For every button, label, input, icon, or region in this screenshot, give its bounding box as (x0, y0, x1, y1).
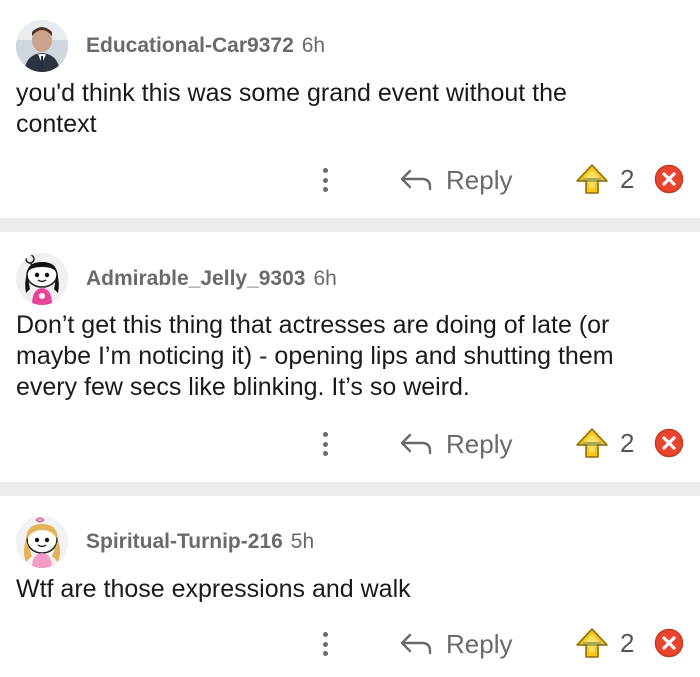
comment-divider (0, 218, 700, 232)
comment-age: 6h (313, 267, 337, 290)
upvote-icon[interactable] (574, 626, 610, 662)
downvote-icon[interactable] (654, 628, 684, 658)
comment-1: Educational-Car9372 6h you'd think this … (0, 0, 700, 218)
comment-2: Admirable_Jelly_9303 6h Don’t get this t… (0, 232, 700, 482)
upvote-icon[interactable] (574, 426, 610, 462)
comment-age: 5h (290, 530, 315, 553)
downvote-icon[interactable] (654, 164, 684, 194)
comment-divider (0, 482, 700, 496)
vote-score: 2 (620, 428, 635, 458)
more-vertical-icon[interactable] (314, 164, 336, 196)
comment-header: Spiritual-Turnip-216 5h (0, 516, 314, 568)
username[interactable]: Admirable_Jelly_9303 (86, 267, 305, 291)
comment-3: Spiritual-Turnip-216 5h Wtf are those ex… (0, 496, 700, 677)
reply-button[interactable]: Reply (400, 426, 512, 462)
comment-actions: Reply 2 (0, 158, 700, 202)
reply-arrow-icon (400, 633, 432, 655)
reply-label: Reply (446, 628, 513, 659)
username[interactable]: Spiritual-Turnip-216 (86, 530, 283, 554)
comment-actions: Reply 2 (0, 622, 700, 666)
comment-age: 6h (301, 34, 326, 57)
comment-header: Admirable_Jelly_9303 6h (0, 253, 337, 305)
reply-button[interactable]: Reply (400, 162, 512, 198)
comment-body: you'd think this was some grand event wi… (16, 79, 567, 138)
comment-body: Don’t get this thing that actresses are … (16, 311, 614, 401)
comment-body: Wtf are those expressions and walk (16, 575, 411, 603)
user-avatar[interactable] (16, 253, 68, 305)
upvote-icon[interactable] (574, 162, 610, 198)
downvote-icon[interactable] (654, 428, 684, 458)
user-avatar[interactable] (16, 20, 68, 72)
reply-button[interactable]: Reply (400, 626, 512, 662)
more-vertical-icon[interactable] (314, 628, 336, 660)
reply-arrow-icon (400, 169, 432, 191)
user-avatar[interactable] (16, 516, 68, 568)
vote-score: 2 (620, 164, 635, 194)
vote-score: 2 (620, 628, 635, 658)
comment-actions: Reply 2 (0, 422, 700, 466)
username[interactable]: Educational-Car9372 (86, 34, 294, 58)
comment-header: Educational-Car9372 6h (0, 20, 325, 72)
reply-label: Reply (446, 428, 513, 459)
more-vertical-icon[interactable] (314, 428, 336, 460)
reply-label: Reply (446, 164, 513, 195)
reply-arrow-icon (400, 433, 432, 455)
